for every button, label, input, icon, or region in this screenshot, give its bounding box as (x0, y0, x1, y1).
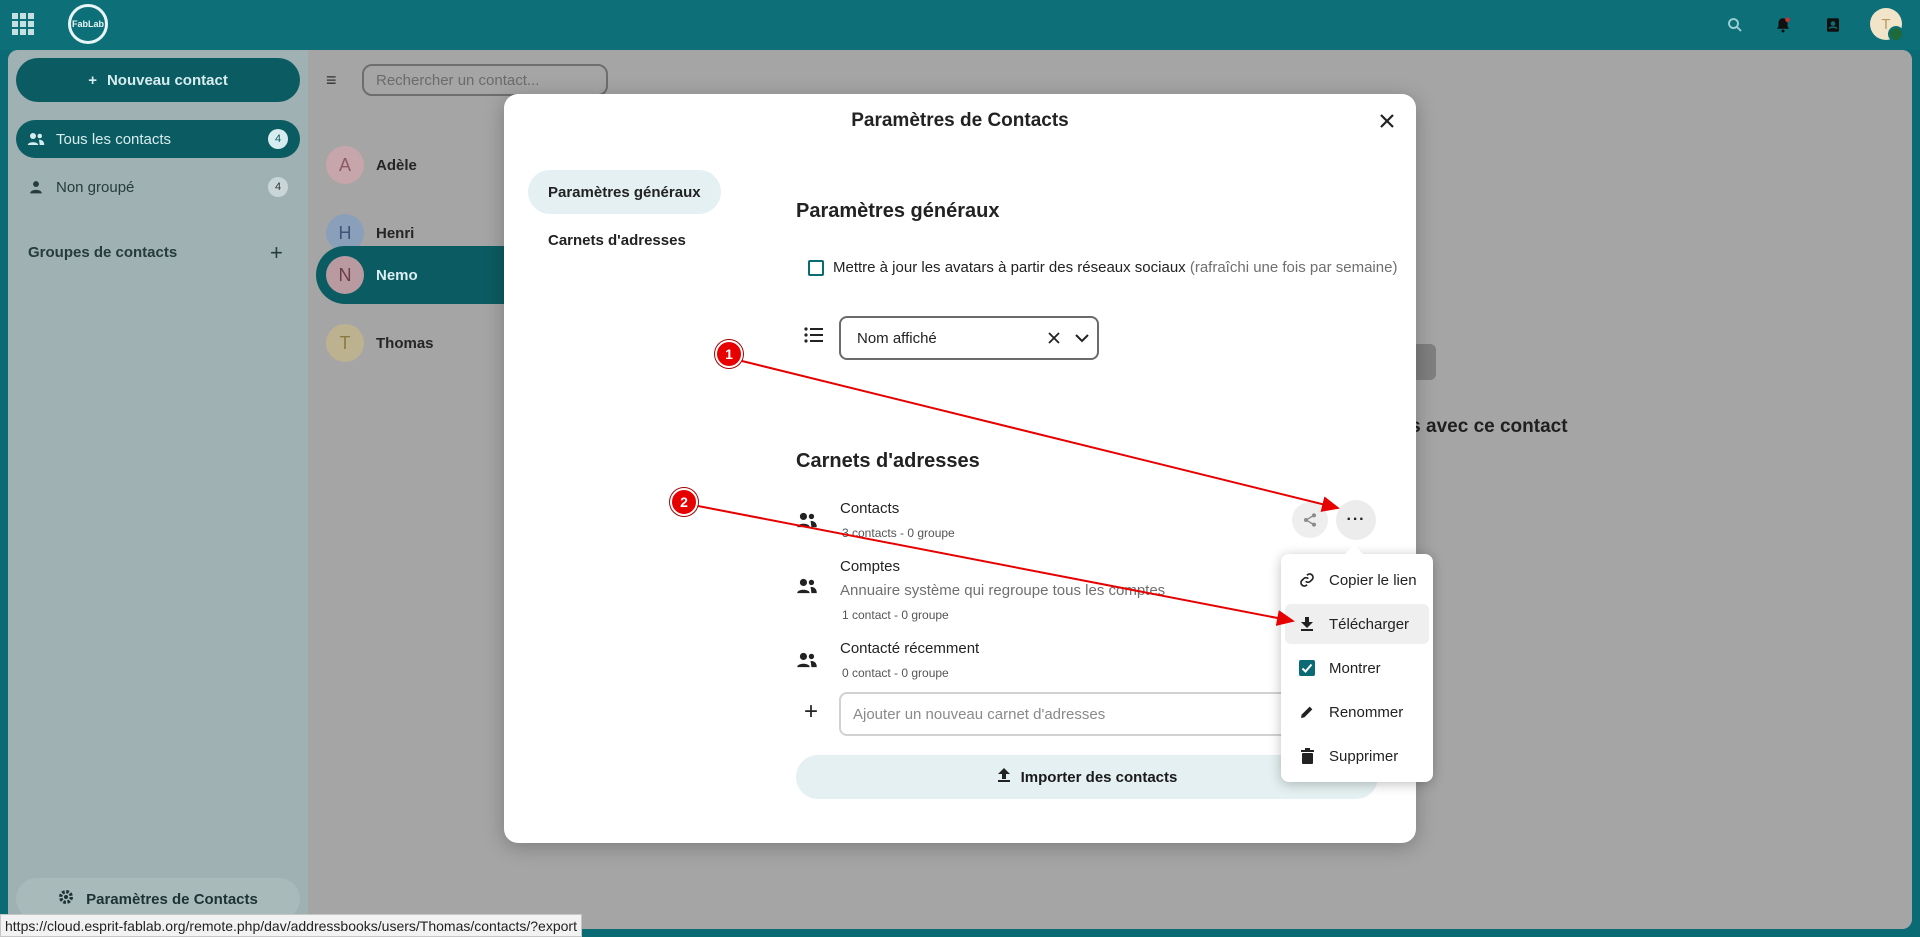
link-status-bar: https://cloud.esprit-fablab.org/remote.p… (0, 914, 582, 937)
modal-title: Paramètres de Contacts (851, 110, 1069, 131)
contact-name: Henri (376, 224, 415, 242)
contacts-icon[interactable] (1822, 14, 1844, 36)
add-group-icon[interactable]: + (270, 240, 283, 266)
addressbook-meta: 0 contact - 0 groupe (842, 666, 949, 680)
nav-item-all-contacts[interactable]: Tous les contacts 4 (16, 120, 300, 158)
checkbox-label-text: Mettre à jour les avatars à partir des r… (833, 259, 1186, 276)
import-label: Importer des contacts (1020, 768, 1178, 786)
modal-nav-general[interactable]: Paramètres généraux (528, 170, 721, 214)
checkbox-checked-icon (1285, 660, 1329, 676)
search-input[interactable]: Rechercher un contact... (362, 64, 608, 96)
addressbook-meta: 1 contact - 0 groupe (842, 608, 949, 622)
group-icon (796, 652, 818, 673)
chevron-down-icon[interactable] (1067, 333, 1097, 343)
top-bar: FabLab T (0, 0, 1920, 50)
addressbook-meta: 3 contacts - 0 groupe (842, 526, 955, 540)
menu-item-label: Copier le lien (1329, 571, 1417, 589)
contact-name: Thomas (376, 334, 434, 352)
more-label: ··· (1346, 511, 1366, 528)
avatar: N (326, 256, 364, 294)
addressbook-name: Contacté récemment (840, 640, 980, 657)
new-addressbook-placeholder: Ajouter un nouveau carnet d'adresses (853, 705, 1106, 723)
clear-icon[interactable] (1041, 332, 1067, 344)
addressbook-actions-menu: Copier le lien Télécharger Montrer Renom… (1281, 545, 1433, 782)
nav-item-label: Tous les contacts (56, 130, 172, 148)
group-icon (796, 578, 818, 599)
toggle-navigation-icon[interactable]: ≡ (326, 70, 337, 91)
menu-item-label: Télécharger (1329, 615, 1410, 633)
plus-icon: + (88, 71, 97, 89)
nav-item-ungrouped[interactable]: Non groupé 4 (16, 168, 300, 206)
group-icon (796, 512, 818, 533)
logo[interactable]: FabLab (68, 4, 108, 44)
navigation: + Nouveau contact Tous les contacts 4 No… (8, 50, 308, 929)
menu-item-label: Supprimer (1329, 747, 1399, 765)
checkbox-hint: (rafraîchi une fois par semaine) (1189, 259, 1398, 276)
close-icon[interactable] (1372, 106, 1402, 136)
status-url: https://cloud.esprit-fablab.org/remote.p… (5, 917, 577, 934)
sort-list-icon (804, 326, 824, 349)
addressbook-name: Contacts (840, 500, 900, 517)
addressbook-description: Annuaire système qui regroupe tous les c… (840, 582, 1166, 599)
new-contact-button[interactable]: + Nouveau contact (16, 58, 300, 102)
nav-item-label: Non groupé (56, 178, 135, 196)
contact-name: Nemo (376, 266, 418, 284)
contact-groups-heading: Groupes de contacts (28, 244, 178, 261)
user-avatar[interactable]: T (1870, 8, 1904, 42)
addressbooks-heading: Carnets d'adresses (796, 450, 980, 472)
avatar: A (326, 146, 364, 184)
logo-text: FabLab (71, 19, 104, 29)
pencil-icon (1285, 704, 1329, 720)
menu-item-label: Montrer (1329, 659, 1381, 677)
menu-item-show[interactable]: Montrer (1285, 648, 1429, 688)
notifications-icon[interactable] (1772, 14, 1794, 36)
contact-name: Adèle (376, 156, 417, 174)
checkbox-label: Mettre à jour les avatars à partir des r… (833, 259, 1397, 276)
sort-select[interactable]: Nom affiché (839, 316, 1099, 360)
person-icon (16, 180, 56, 194)
general-heading: Paramètres généraux (796, 200, 1000, 222)
group-icon (16, 132, 56, 146)
avatar: T (326, 324, 364, 362)
menu-item-copy-link[interactable]: Copier le lien (1285, 560, 1429, 600)
apps-menu-icon[interactable] (12, 13, 34, 35)
search-icon[interactable] (1724, 14, 1746, 36)
new-addressbook-input[interactable]: Ajouter un nouveau carnet d'adresses (839, 692, 1309, 736)
new-contact-label: Nouveau contact (106, 71, 228, 89)
avatar-update-checkbox[interactable] (808, 260, 824, 276)
count-badge: 4 (268, 129, 288, 149)
link-icon (1285, 572, 1329, 588)
download-icon (1285, 616, 1329, 632)
menu-item-download[interactable]: Télécharger (1285, 604, 1429, 644)
count-badge: 4 (268, 177, 288, 197)
upload-icon (997, 767, 1011, 787)
more-actions-button[interactable]: ··· (1336, 500, 1376, 540)
modal-nav-addressbooks[interactable]: Carnets d'adresses (528, 218, 706, 262)
trash-icon (1285, 748, 1329, 764)
menu-item-label: Renommer (1329, 703, 1404, 721)
gear-icon (58, 889, 74, 909)
status-dot (1888, 26, 1904, 42)
share-button[interactable] (1292, 502, 1328, 538)
sort-value: Nom affiché (857, 329, 937, 347)
settings-label: Paramètres de Contacts (86, 890, 258, 908)
addressbook-name: Comptes (840, 558, 901, 575)
menu-item-delete[interactable]: Supprimer (1285, 736, 1429, 776)
search-placeholder: Rechercher un contact... (376, 71, 540, 89)
settings-modal: Paramètres de Contacts Paramètres généra… (504, 94, 1416, 843)
menu-item-rename[interactable]: Renommer (1285, 692, 1429, 732)
add-addressbook-icon: + (804, 698, 819, 725)
